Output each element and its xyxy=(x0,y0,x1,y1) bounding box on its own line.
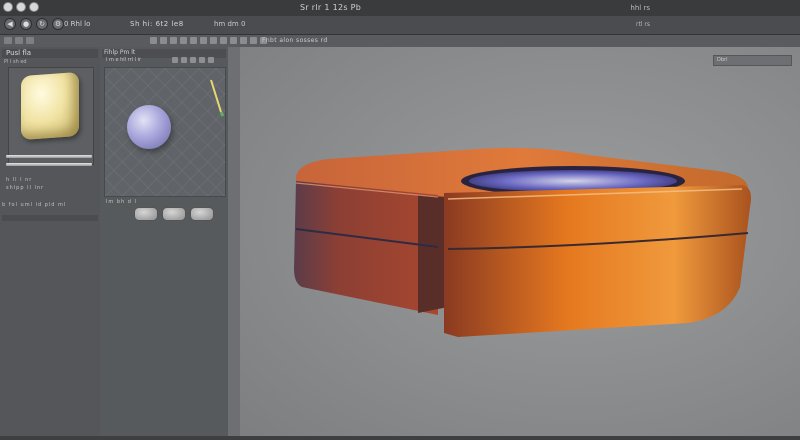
snap-tool-icons xyxy=(150,37,267,44)
panel-tool-icon[interactable] xyxy=(181,57,187,63)
settings-icon[interactable]: ⚙ xyxy=(52,18,64,30)
snap-icon[interactable] xyxy=(150,37,157,44)
toolbar-icon-group: ◀ ● ↻ ⚙ xyxy=(4,18,64,30)
left-panel-header: Pusl fla xyxy=(2,49,98,58)
3d-viewport[interactable]: Dbrl xyxy=(240,47,800,440)
material-preview[interactable] xyxy=(104,67,226,197)
panel-tool-icon[interactable] xyxy=(172,57,178,63)
tool-icon[interactable] xyxy=(4,37,12,44)
left-panel-footer: b fol uml ld pld ml xyxy=(2,202,67,208)
snap-icon[interactable] xyxy=(250,37,257,44)
maximize-window-icon[interactable] xyxy=(29,2,39,12)
panel-tool-icon[interactable] xyxy=(190,57,196,63)
shape-preview[interactable] xyxy=(8,67,94,165)
panel-tool-icon[interactable] xyxy=(208,57,214,63)
window-title: Sr rlr 1 12s Pb xyxy=(300,3,362,12)
minimize-window-icon[interactable] xyxy=(16,2,26,12)
material-sphere xyxy=(127,105,171,149)
material-panel-icons xyxy=(172,57,214,63)
left-panel-footer-bar xyxy=(2,215,98,221)
close-window-icon[interactable] xyxy=(3,2,13,12)
material-chip[interactable] xyxy=(134,207,158,221)
title-bar: Sr rlr 1 12s Pb hhl rs xyxy=(0,0,800,17)
left-panel: Pusl fla Pl l sh ed h ll l nr shlpp ll l… xyxy=(0,47,101,440)
material-chips xyxy=(134,207,214,221)
tool-icon[interactable] xyxy=(26,37,34,44)
slider[interactable] xyxy=(6,163,92,166)
material-panel-footer: lm bh d l xyxy=(106,199,137,205)
undo-icon[interactable]: ◀ xyxy=(4,18,16,30)
refresh-icon[interactable]: ↻ xyxy=(36,18,48,30)
material-chip[interactable] xyxy=(190,207,214,221)
secondary-toolbar-text: Fnbt alon sosses rd xyxy=(262,37,328,44)
material-panel: Fihlp Pm lt l m e hll rrl l ir lm bh d l xyxy=(100,47,229,440)
secondary-tool-icons xyxy=(4,37,34,44)
toolbar-right-label[interactable]: hm dm 0 xyxy=(214,20,245,28)
left-panel-title: Pusl fla xyxy=(6,49,32,57)
material-panel-subtabs[interactable]: l m e hll rrl l ir xyxy=(106,57,141,63)
left-panel-subtitle: Pl l sh ed xyxy=(4,59,27,65)
tool-icon[interactable] xyxy=(15,37,23,44)
material-chip[interactable] xyxy=(162,207,186,221)
slider-group xyxy=(6,152,92,171)
left-panel-row[interactable]: h ll l nr xyxy=(6,177,94,185)
pen-tool-icon[interactable] xyxy=(209,78,225,118)
main-toolbar: ◀ ● ↻ ⚙ 0 Rhl lo Sh hi: 6t2 le8 hm dm 0 … xyxy=(0,16,800,35)
snap-icon[interactable] xyxy=(230,37,237,44)
left-panel-row[interactable]: shlpp ll lnr xyxy=(6,185,94,193)
material-panel-tabs[interactable]: Fihlp Pm lt xyxy=(104,49,135,56)
snap-icon[interactable] xyxy=(210,37,217,44)
snap-icon[interactable] xyxy=(190,37,197,44)
status-bar xyxy=(0,436,800,440)
snap-icon[interactable] xyxy=(200,37,207,44)
window-controls xyxy=(3,2,39,12)
snap-icon[interactable] xyxy=(170,37,177,44)
toolbar-status: rtl rs xyxy=(636,21,650,28)
toolbar-menu[interactable]: Sh hi: 6t2 le8 xyxy=(130,20,184,28)
left-panel-rows: h ll l nr shlpp ll lnr xyxy=(6,177,94,193)
title-right-text: hhl rs xyxy=(630,4,650,12)
toolbar-label[interactable]: 0 Rhl lo xyxy=(64,20,90,28)
snap-icon[interactable] xyxy=(240,37,247,44)
3d-model[interactable] xyxy=(288,137,758,347)
panel-tool-icon[interactable] xyxy=(199,57,205,63)
viewport-field[interactable]: Dbrl xyxy=(713,55,792,66)
snap-icon[interactable] xyxy=(160,37,167,44)
snap-icon[interactable] xyxy=(220,37,227,44)
cube-thumbnail xyxy=(21,71,79,141)
slider[interactable] xyxy=(6,155,92,158)
redo-icon[interactable]: ● xyxy=(20,18,32,30)
snap-icon[interactable] xyxy=(180,37,187,44)
